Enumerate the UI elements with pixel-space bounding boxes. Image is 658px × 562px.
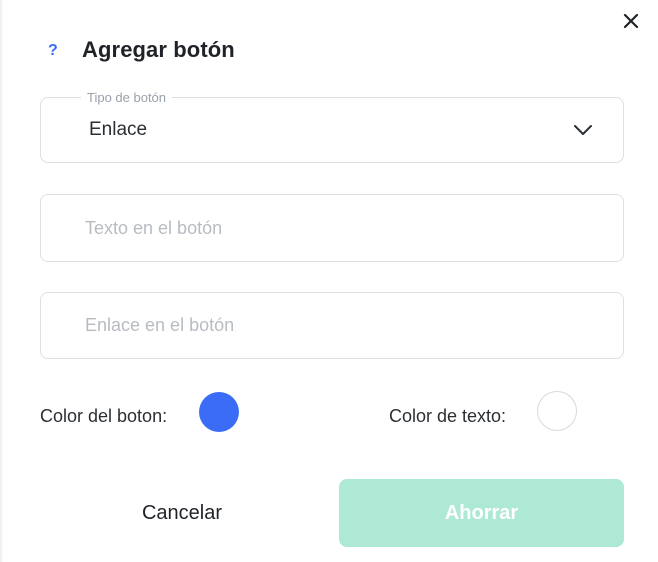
button-type-legend: Tipo de botón xyxy=(81,90,173,106)
button-type-select[interactable]: Tipo de botón Enlace xyxy=(40,90,624,163)
close-button[interactable] xyxy=(620,10,642,32)
text-color-swatch[interactable] xyxy=(537,391,577,431)
text-color-label: Color de texto: xyxy=(389,406,507,426)
button-type-value: Enlace xyxy=(89,119,148,140)
dialog-title: Agregar botón xyxy=(82,37,235,62)
save-button[interactable]: Ahorrar xyxy=(339,479,624,547)
button-link-input[interactable] xyxy=(41,293,623,358)
button-color-label: Color del boton: xyxy=(40,406,168,426)
backdrop-edge xyxy=(0,0,3,562)
button-color-swatch[interactable] xyxy=(199,392,239,432)
chevron-down-icon xyxy=(574,125,592,135)
help-icon[interactable]: ? xyxy=(48,39,64,63)
button-text-input[interactable] xyxy=(41,195,623,261)
close-icon xyxy=(623,13,639,29)
button-link-field xyxy=(40,292,624,359)
cancel-button[interactable]: Cancelar xyxy=(40,479,324,547)
button-text-field xyxy=(40,194,624,262)
